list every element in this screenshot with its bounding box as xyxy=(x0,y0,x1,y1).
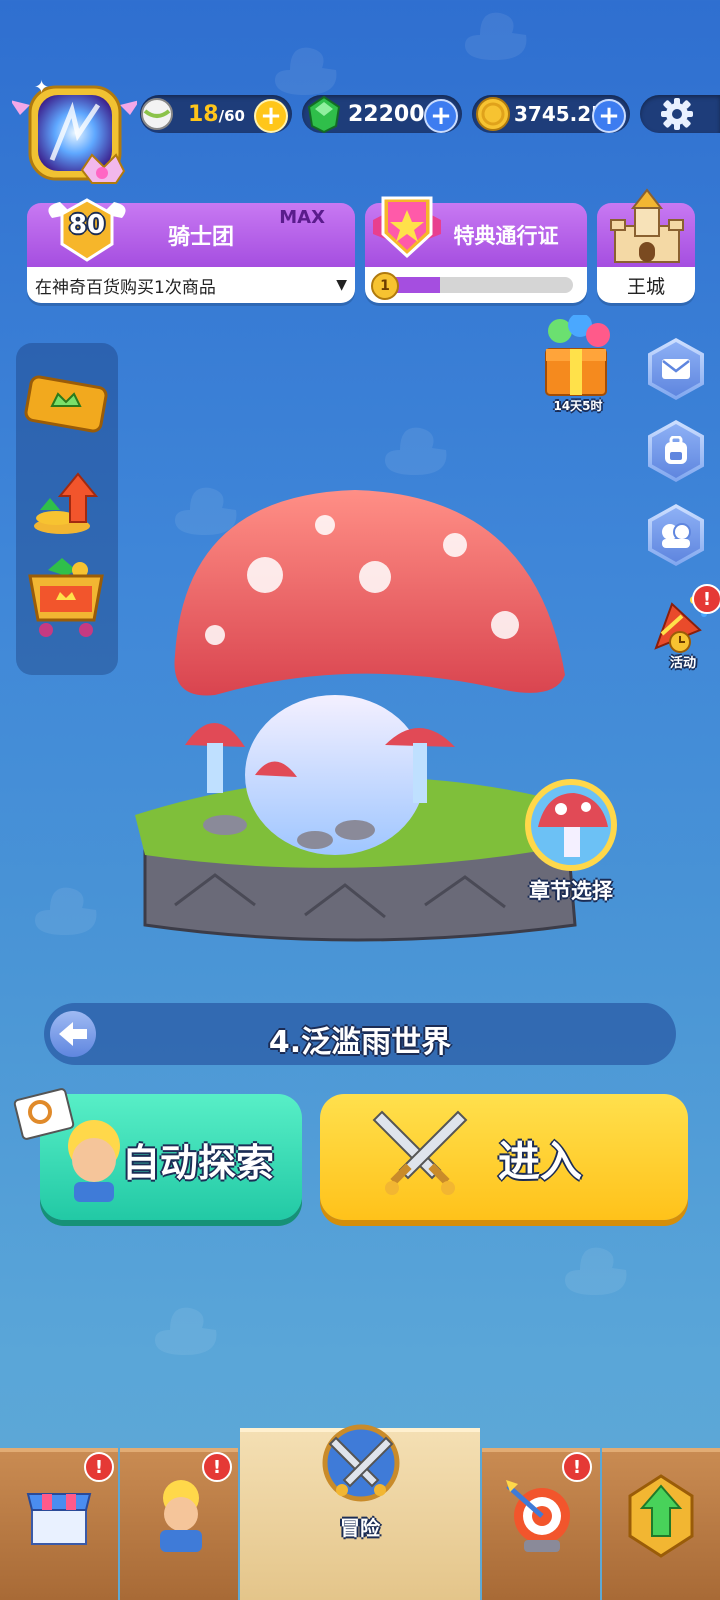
chapter-name: 4.泛滥雨世界 xyxy=(268,1025,452,1060)
auto-explore-label: 自动探索 xyxy=(122,1141,275,1185)
energy-ball-icon xyxy=(141,98,173,130)
chapter-select-label: 章节选择 xyxy=(529,879,613,903)
explorer-map-icon xyxy=(13,1088,120,1202)
arena-alert-badge: ! xyxy=(562,1452,592,1482)
adventure-swords-icon xyxy=(322,1424,400,1502)
backpack-icon xyxy=(665,436,687,464)
gift-box-icon xyxy=(545,313,610,396)
pass-level-coin: 1 xyxy=(371,272,399,300)
level-badge: 80 xyxy=(42,196,132,266)
gem-icon xyxy=(307,95,341,134)
mail-button[interactable] xyxy=(648,338,704,400)
friends-icon xyxy=(662,523,691,548)
pass-progress-track xyxy=(383,277,573,293)
player-level: 80 xyxy=(68,210,106,240)
adventure-label: 冒险 xyxy=(340,1516,380,1540)
growth-fund-icon[interactable] xyxy=(26,470,106,540)
coin-icon xyxy=(476,97,510,131)
chapter-select-button[interactable]: 章节选择 xyxy=(516,775,626,905)
shop-alert-badge: ! xyxy=(84,1452,114,1482)
target-arrow-icon xyxy=(506,1480,570,1552)
castle-icon xyxy=(610,188,684,263)
pass-level: 1 xyxy=(380,278,390,294)
player-avatar[interactable]: ✦ xyxy=(10,75,140,195)
royal-city-label: 王城 xyxy=(626,275,665,298)
hero-alert-badge: ! xyxy=(202,1452,232,1482)
energy-max: /60 xyxy=(218,106,245,125)
svg-text:✦: ✦ xyxy=(34,77,49,98)
nav-adventure-tab[interactable]: 冒险 xyxy=(240,1424,480,1600)
crossed-swords-icon xyxy=(372,1110,468,1195)
nav-upgrade-tab[interactable] xyxy=(602,1448,720,1600)
social-button[interactable] xyxy=(648,504,704,566)
avatar-frame-icon: ✦ xyxy=(10,77,140,184)
shop-cart-icon[interactable] xyxy=(26,550,106,640)
energy-current: 18 xyxy=(188,101,219,127)
battle-pass-title: 特典通行证 xyxy=(453,224,559,248)
add-energy-button[interactable]: + xyxy=(254,99,288,133)
star-medal-icon xyxy=(373,196,441,259)
add-gems-button[interactable]: + xyxy=(424,99,458,133)
vip-card-icon[interactable] xyxy=(22,372,110,436)
gear-icon xyxy=(661,98,693,130)
energy-counter: 18/60 + xyxy=(140,95,292,133)
enter-label: 进入 xyxy=(498,1137,583,1186)
limited-gift-button[interactable]: 14天5时 xyxy=(540,313,616,415)
chapter-name-bar: 4.泛滥雨世界 xyxy=(44,1003,676,1065)
dropdown-arrow-icon[interactable]: ▼ xyxy=(336,277,347,293)
shop-stall-icon xyxy=(26,1493,92,1545)
event-alert-badge: ! xyxy=(692,584,720,614)
gems-counter: 22200 + xyxy=(302,95,462,134)
gift-timer: 14天5时 xyxy=(553,399,603,413)
backpack-button[interactable] xyxy=(648,420,704,482)
max-tag: MAX xyxy=(279,207,325,228)
pass-star-badge xyxy=(368,190,446,266)
knight-task-text: 在神奇百货购买1次商品 xyxy=(35,277,216,298)
chapter-mushroom-icon xyxy=(525,779,617,871)
coins-counter: 3745.2K + xyxy=(472,95,630,133)
gems-value: 22200 xyxy=(348,101,425,127)
upgrade-arrow-icon xyxy=(628,1474,694,1558)
envelope-icon xyxy=(662,359,690,379)
event-label: 活动 xyxy=(669,656,696,671)
knight-order-title: 骑士团 xyxy=(167,225,234,250)
hero-icon xyxy=(160,1480,202,1552)
add-coins-button[interactable]: + xyxy=(592,99,626,133)
settings-button[interactable] xyxy=(640,95,720,133)
